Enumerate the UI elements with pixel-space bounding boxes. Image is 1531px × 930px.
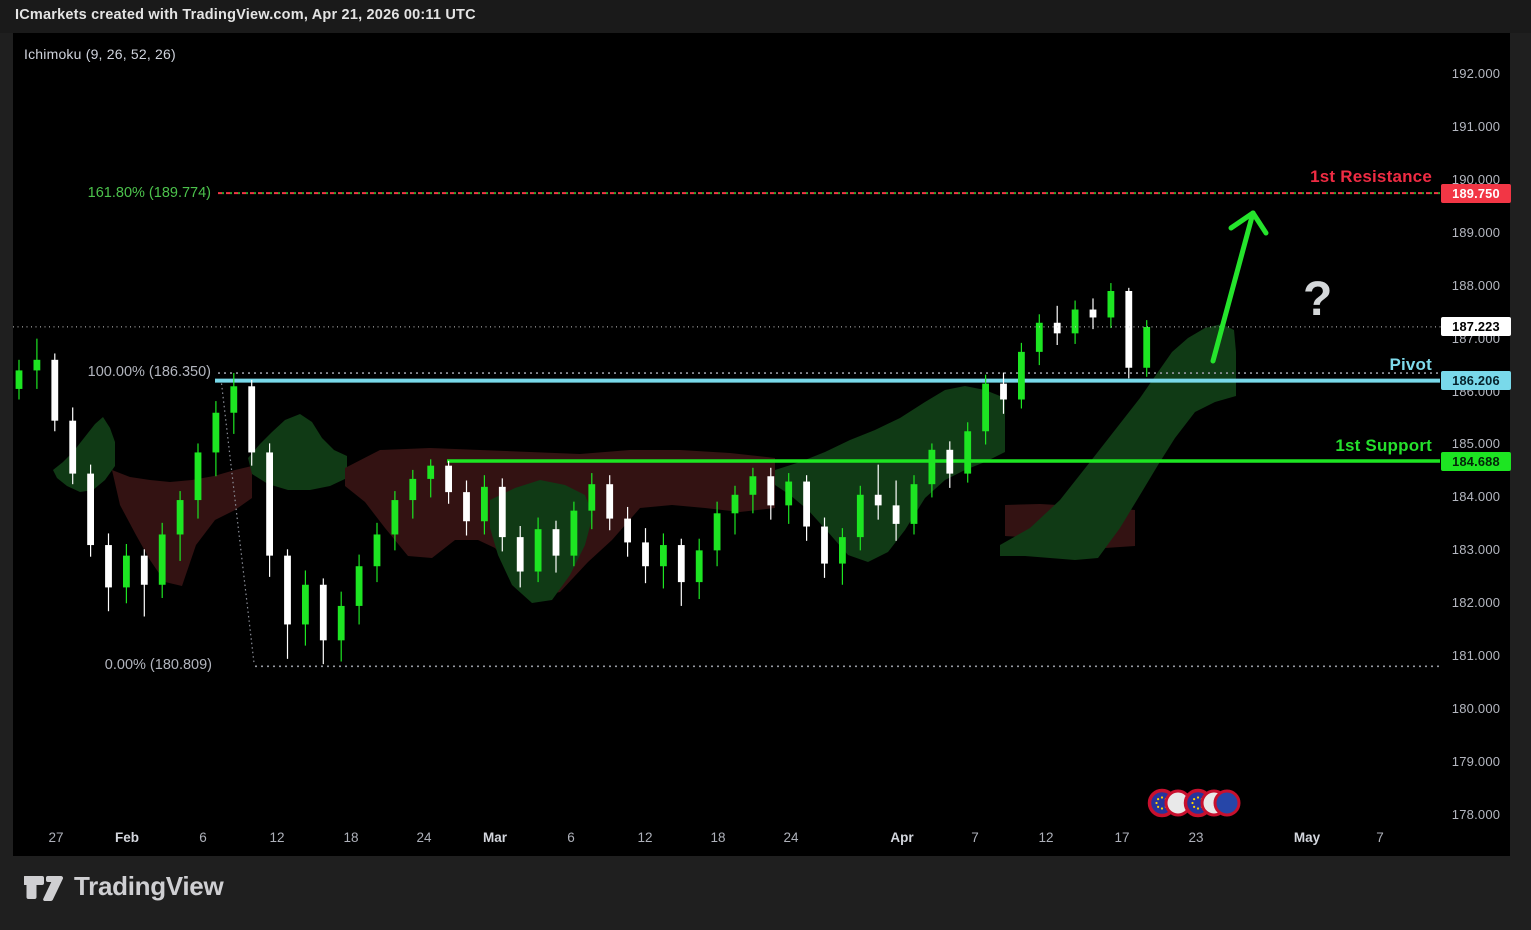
candle: [266, 443, 273, 576]
candle: [964, 422, 971, 482]
projection-arrow[interactable]: [1213, 213, 1266, 361]
tradingview-logo-icon: [24, 872, 64, 902]
candle: [374, 523, 381, 582]
fib-100-label: 100.00% (186.350): [55, 364, 211, 380]
candle: [1090, 298, 1097, 329]
fib-161-label: 161.80% (189.774): [55, 185, 211, 201]
support-annotation: 1st Support: [1278, 436, 1432, 456]
candle: [696, 539, 703, 599]
ichimoku-cloud-green: [248, 414, 347, 490]
candle: [213, 401, 220, 476]
candle: [356, 555, 363, 625]
candle: [1018, 343, 1025, 409]
candle: [141, 549, 148, 616]
candle: [69, 407, 76, 484]
candle: [714, 502, 721, 567]
candle: [284, 549, 291, 659]
candle: [1143, 320, 1150, 377]
blue-red-event-icon[interactable]: [1215, 791, 1239, 815]
candle: [123, 544, 130, 603]
tradingview-chart-window: ICmarkets created with TradingView.com, …: [0, 0, 1531, 930]
candle: [821, 518, 828, 578]
candle: [678, 539, 685, 606]
candle: [642, 528, 649, 583]
candle: [1072, 301, 1079, 344]
candle: [302, 570, 309, 645]
candle: [1125, 288, 1132, 379]
tradingview-watermark[interactable]: TradingView: [24, 871, 223, 902]
ichimoku-indicator-label[interactable]: Ichimoku (9, 26, 52, 26): [24, 46, 176, 62]
candle: [320, 578, 327, 664]
ichimoku-cloud-green: [775, 386, 1005, 562]
resistance-annotation: 1st Resistance: [1278, 167, 1432, 187]
candle: [338, 592, 345, 662]
question-mark-annotation: ?: [1303, 272, 1332, 327]
candle: [105, 533, 112, 611]
tradingview-logo-text: TradingView: [74, 871, 223, 902]
candle: [803, 475, 810, 541]
candle: [16, 360, 23, 400]
candle: [1054, 306, 1061, 345]
chart-canvas[interactable]: [0, 0, 1531, 930]
pivot-annotation: Pivot: [1300, 355, 1432, 375]
candle: [87, 465, 94, 557]
ichimoku-cloud-green: [1000, 324, 1236, 560]
candle: [660, 533, 667, 588]
ichimoku-cloud-green: [53, 417, 115, 492]
fib-0-label: 0.00% (180.809): [80, 657, 212, 673]
candle: [34, 339, 41, 389]
candle: [1108, 283, 1115, 328]
candle: [1036, 314, 1043, 365]
